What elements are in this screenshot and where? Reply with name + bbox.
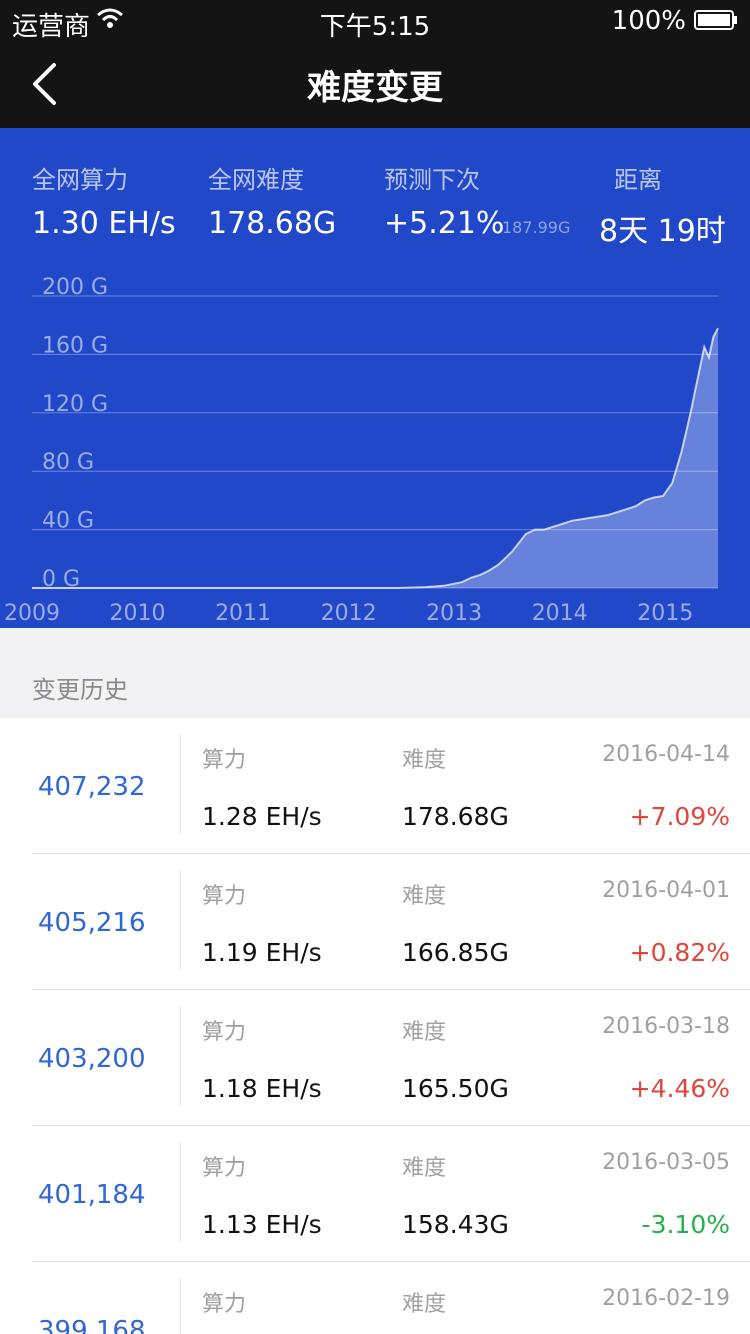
difficulty-value: 165.50G [402,1074,509,1103]
hashrate-value: 1.28 EH/s [202,802,322,831]
history-row[interactable]: 403,200 算力 难度 2016-03-18 1.18 EH/s 165.50G +4.… [0,990,750,1126]
hashrate-value: 1.13 EH/s [202,1210,322,1239]
history-row[interactable]: 399,168 算力 难度 2016-02-19 [0,1262,750,1334]
row-divider [180,1006,181,1106]
hashrate-label: 全网算力 [32,166,128,194]
history-list: 407,232 算力 难度 2016-04-14 1.28 EH/s 178.68G +7.… [0,718,750,1334]
x-tick-label: 2011 [215,601,271,626]
block-height: 401,184 [38,1180,146,1210]
hashrate-label: 算力 [202,748,247,773]
change-date: 2016-04-14 [602,742,730,767]
row-divider [180,1278,181,1334]
difficulty-label: 难度 [402,1020,447,1045]
history-header: 变更历史 [0,628,750,718]
x-tick-label: 2015 [637,601,693,626]
change-percent: +0.82% [629,938,730,967]
x-tick-label: 2012 [321,601,377,626]
difficulty-value: 166.85G [402,938,509,967]
hashrate-label: 算力 [202,1156,247,1181]
change-percent: +4.46% [629,1074,730,1103]
y-tick-label: 160 G [42,333,108,358]
predict-label: 预测下次 [384,166,480,194]
hashrate-label: 算力 [202,1020,247,1045]
status-bar: 运营商 下午5:15 100% [0,0,750,42]
x-tick-label: 2010 [110,601,166,626]
change-date: 2016-02-19 [602,1286,730,1311]
nav-bar: 难度变更 [0,40,750,128]
hashrate-value: 1.30 EH/s [32,206,176,241]
y-tick-label: 200 G [42,275,108,300]
difficulty-label: 难度 [402,884,447,909]
difficulty-label: 难度 [402,1292,447,1317]
change-date: 2016-03-05 [602,1150,730,1175]
y-tick-label: 40 G [42,509,94,534]
hashrate-label: 算力 [202,1292,247,1317]
battery-icon [694,10,737,30]
history-row[interactable]: 405,216 算力 难度 2016-04-01 1.19 EH/s 166.85G +0.… [0,854,750,990]
x-tick-label: 2013 [426,601,482,626]
row-divider [180,870,181,970]
difficulty-label: 全网难度 [208,166,304,194]
x-tick-label: 2014 [532,601,588,626]
change-date: 2016-03-18 [602,1014,730,1039]
remain-label: 距离 [614,166,662,194]
history-row[interactable]: 401,184 算力 难度 2016-03-05 1.13 EH/s 158.43G -3.… [0,1126,750,1262]
difficulty-label: 难度 [402,1156,447,1181]
difficulty-value: 178.68G [208,206,337,241]
predict-value: +5.21% [384,206,505,241]
x-tick-label: 2009 [4,601,60,626]
block-height: 407,232 [38,772,146,802]
difficulty-value: 178.68G [402,802,509,831]
block-height: 399,168 [38,1316,146,1334]
hashrate-value: 1.19 EH/s [202,938,322,967]
block-height: 403,200 [38,1044,146,1074]
difficulty-value: 158.43G [402,1210,509,1239]
change-percent: -3.10% [641,1210,730,1239]
change-percent: +7.09% [629,802,730,831]
page-title: 难度变更 [307,68,443,108]
y-tick-label: 120 G [42,392,108,417]
hashrate-value: 1.18 EH/s [202,1074,322,1103]
difficulty-label: 难度 [402,748,447,773]
row-divider [180,1142,181,1242]
row-divider [180,734,181,834]
hashrate-label: 算力 [202,884,247,909]
difficulty-chart: 0 G40 G80 G120 G160 G200 G2009 2010 2011 20… [4,275,719,626]
history-row[interactable]: 407,232 算力 难度 2016-04-14 1.28 EH/s 178.68G +7.… [0,718,750,854]
y-tick-label: 80 G [42,450,94,475]
history-title: 变更历史 [32,676,128,704]
battery-percent: 100% [611,6,686,36]
predict-target: 187.99G [502,218,571,237]
summary-panel: 全网算力 1.30 EH/s 全网难度 178.68G 预测下次 +5.21% … [0,128,750,628]
block-height: 405,216 [38,908,146,938]
remain-value: 8天 19时 [599,214,726,249]
series-area [32,328,718,588]
change-date: 2016-04-01 [602,878,730,903]
